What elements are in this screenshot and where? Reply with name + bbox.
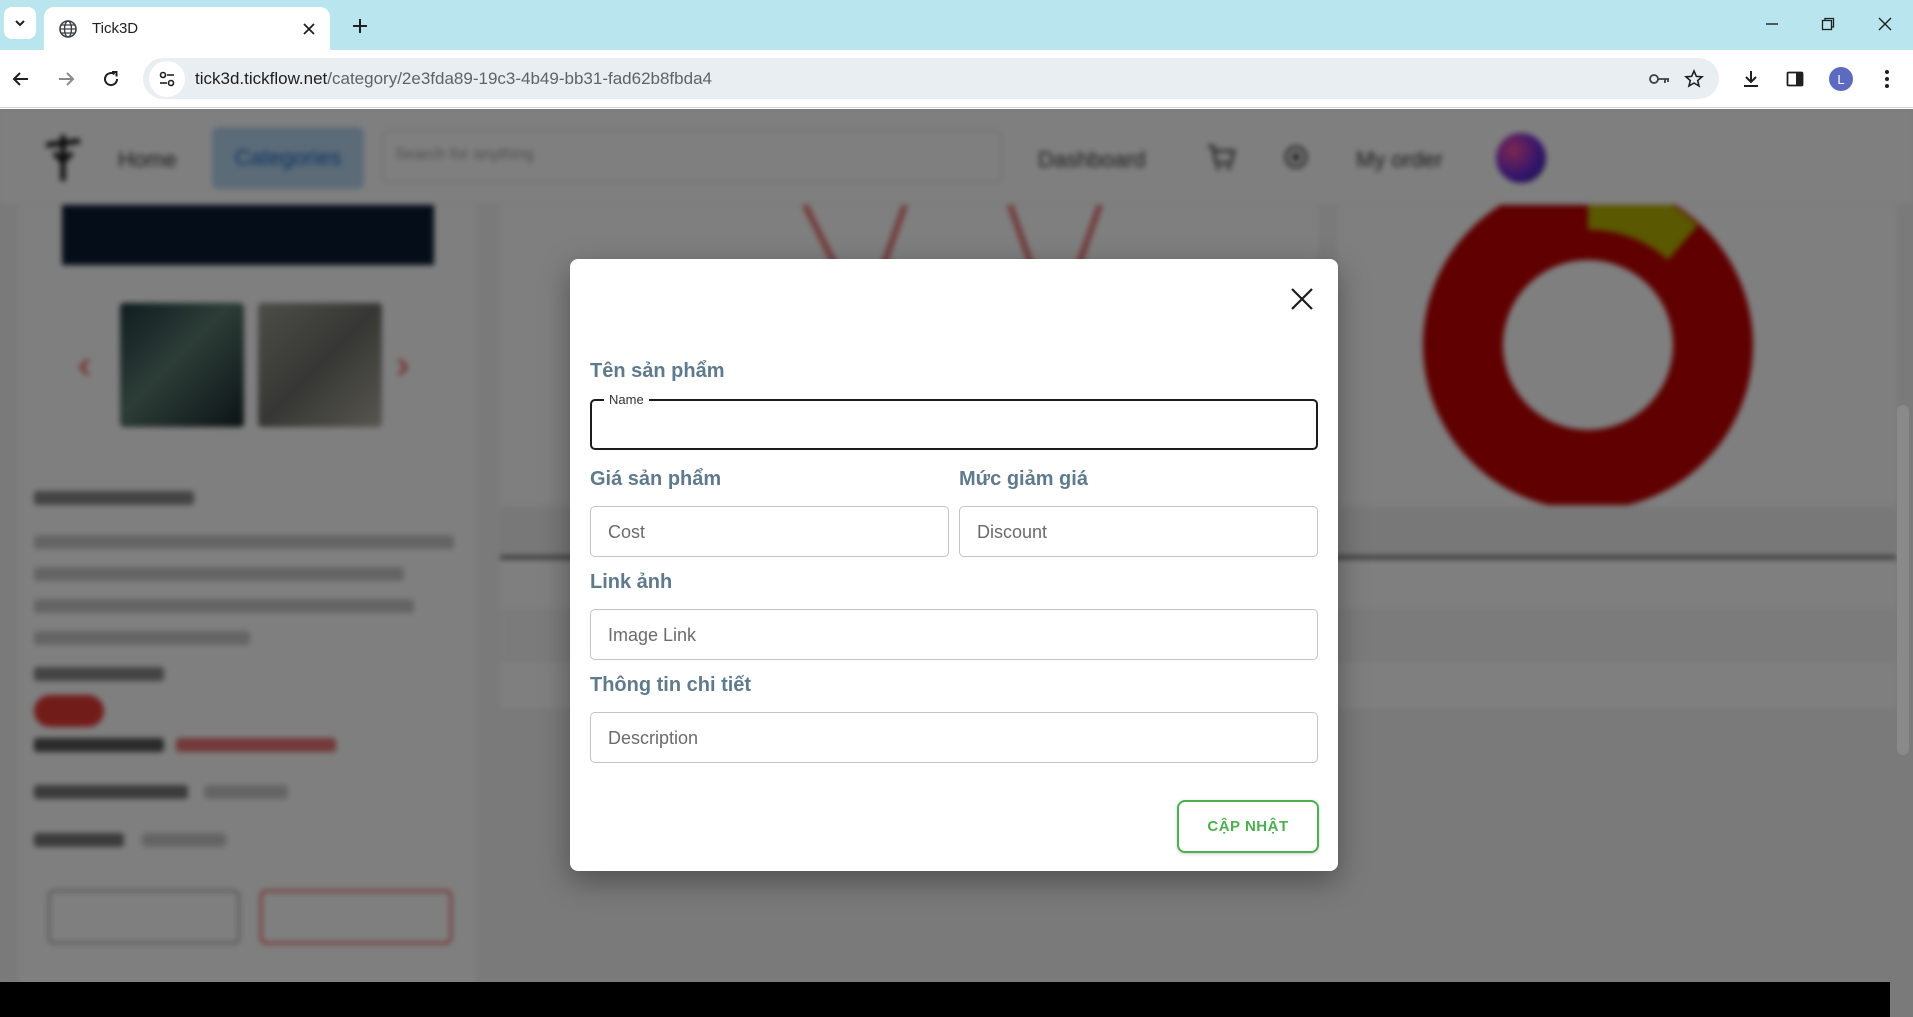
browser-toolbar: tick3d.tickflow.net/category/2e3fda89-19…	[0, 50, 1913, 108]
chevron-down-icon	[15, 20, 25, 27]
reload-icon[interactable]	[94, 62, 128, 96]
profile-avatar[interactable]: L	[1824, 62, 1858, 96]
url-text: tick3d.tickflow.net/category/2e3fda89-19…	[195, 68, 712, 88]
description-field[interactable]: Description	[590, 712, 1318, 763]
edit-product-modal: Tên sản phẩm Name Giá sản phẩm Mức giảm …	[570, 259, 1338, 871]
bookmark-star-icon[interactable]	[1677, 62, 1711, 96]
name-section-label: Tên sản phẩm	[590, 360, 725, 382]
image-link-field[interactable]: Image Link	[590, 609, 1318, 660]
minimize-icon[interactable]	[1752, 8, 1792, 40]
tab-search-button[interactable]	[4, 7, 36, 39]
globe-icon	[59, 19, 77, 38]
tab-close-icon[interactable]	[300, 20, 318, 38]
detail-section-label: Thông tin chi tiết	[590, 674, 752, 696]
tab-title: Tick3D	[92, 20, 139, 37]
site-info-icon[interactable]	[149, 60, 185, 97]
discount-placeholder: Discount	[977, 522, 1048, 542]
browser-tab[interactable]: Tick3D	[44, 7, 330, 50]
more-menu-icon[interactable]	[1870, 62, 1904, 96]
name-input[interactable]	[592, 401, 1316, 448]
page-scrollbar[interactable]	[1897, 405, 1909, 755]
price-section-label: Giá sản phẩm	[590, 468, 722, 490]
forward-arrow-icon[interactable]	[49, 62, 83, 96]
modal-close-icon[interactable]	[1282, 279, 1322, 319]
address-bar[interactable]: tick3d.tickflow.net/category/2e3fda89-19…	[143, 58, 1719, 99]
name-field[interactable]: Name	[590, 392, 1318, 450]
page-footer-bar	[0, 982, 1890, 1017]
image-link-placeholder: Image Link	[608, 625, 697, 645]
description-placeholder: Description	[608, 728, 699, 748]
new-tab-plus-icon[interactable]	[346, 12, 374, 40]
discount-field[interactable]: Discount	[959, 506, 1318, 557]
back-arrow-icon[interactable]	[4, 62, 38, 96]
cost-field[interactable]: Cost	[590, 506, 949, 557]
cost-placeholder: Cost	[608, 522, 646, 542]
image-section-label: Link ảnh	[590, 571, 673, 593]
window-close-icon[interactable]	[1865, 8, 1905, 40]
update-button[interactable]: CẬP NHẬT	[1177, 800, 1319, 853]
restore-icon[interactable]	[1808, 8, 1848, 40]
key-icon[interactable]	[1643, 62, 1677, 96]
download-icon[interactable]	[1734, 62, 1768, 96]
discount-section-label: Mức giảm giá	[959, 468, 1088, 490]
browser-tab-strip: Tick3D	[0, 0, 1913, 50]
side-panel-icon[interactable]	[1778, 62, 1812, 96]
